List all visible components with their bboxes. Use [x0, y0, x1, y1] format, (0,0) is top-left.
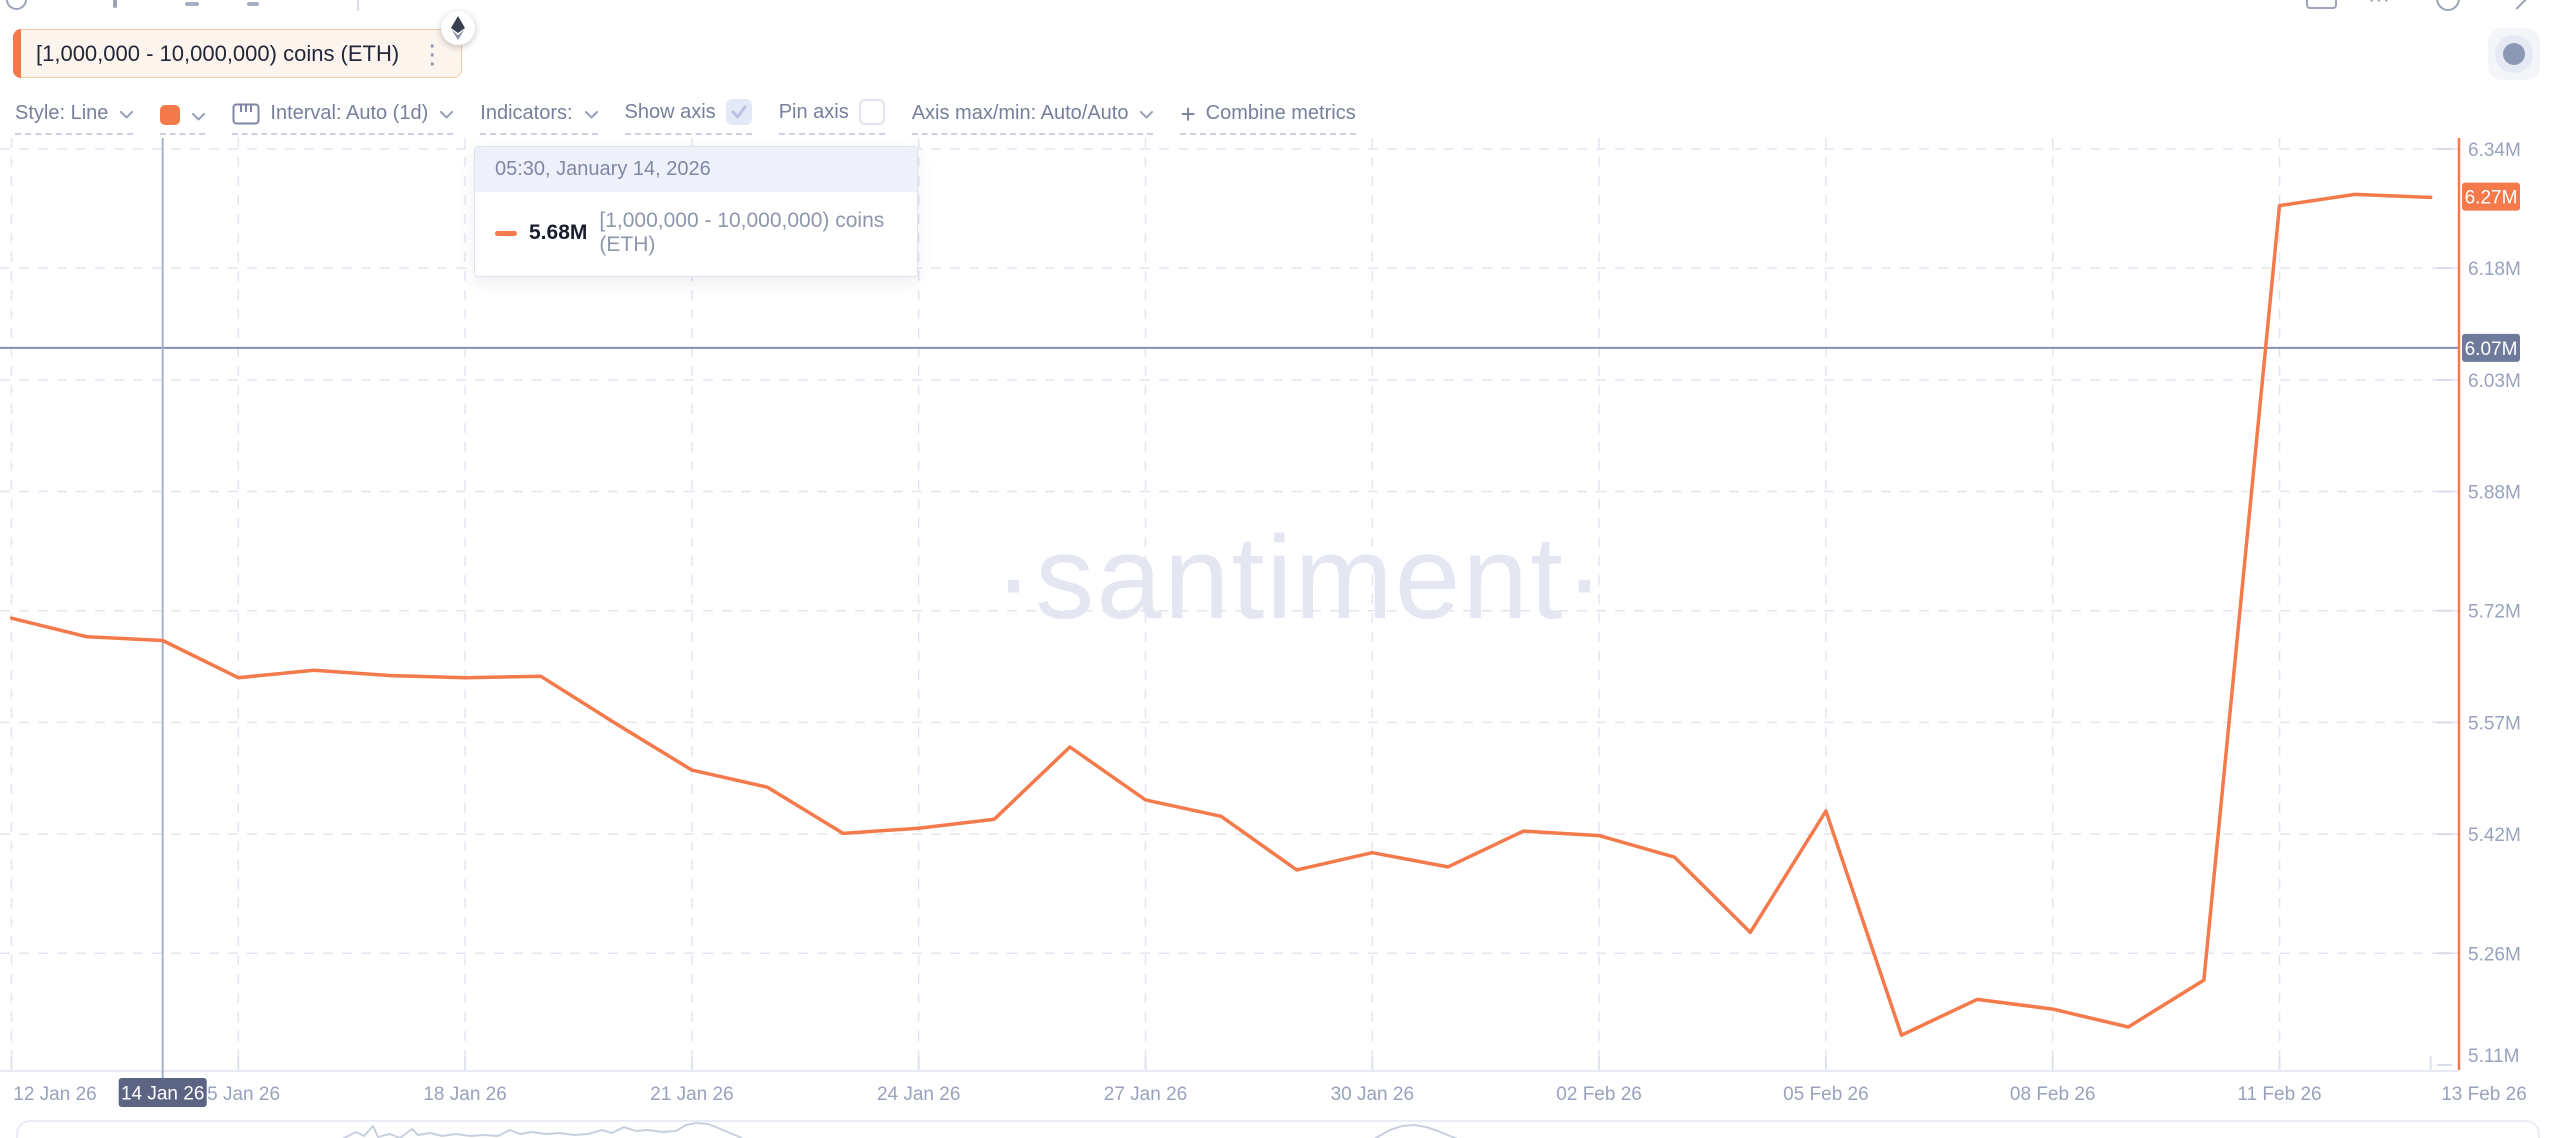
show-axis-label: Show axis [625, 101, 716, 124]
chevron-down-icon [440, 111, 453, 119]
show-axis-toggle[interactable]: Show axis [625, 99, 752, 135]
kebab-icon[interactable]: ⋮ [419, 44, 445, 64]
x-axis-tick-label: 18 Jan 26 [423, 1084, 506, 1105]
y-axis-tick-label: 6.18M [2468, 259, 2521, 280]
y-axis-tick-label: 5.42M [2468, 825, 2521, 846]
santiment-watermark: ·santiment· [994, 512, 1606, 644]
x-axis-tick-label: 30 Jan 26 [1331, 1084, 1414, 1105]
x-axis-tick-label: 08 Feb 26 [2010, 1084, 2096, 1105]
chevron-down-icon [192, 113, 205, 121]
y-axis-tick-label: 6.34M [2468, 140, 2521, 161]
metric-chip[interactable]: [1,000,000 - 10,000,000) coins (ETH) ⋮ [13, 29, 462, 78]
tooltip-value: 5.68M [529, 221, 587, 245]
chevron-down-icon [1140, 111, 1153, 119]
clipped-icon-bar [113, 0, 117, 8]
clipped-layout-icon [2306, 0, 2337, 9]
chart-range-preview[interactable] [16, 1120, 2540, 1138]
clipped-dots-icon: ⋯ [2368, 0, 2394, 3]
chevron-down-icon [120, 111, 133, 119]
clipped-icon-square [185, 2, 199, 6]
reference-value-badge-label: 6.07M [2465, 339, 2518, 360]
preview-sparkline [1374, 1125, 1458, 1138]
santiment-chart-widget: 6.34M 6.18M 6.03M 5.88M 5.72M 5.57M 5.42M 5.26M… [0, 0, 2560, 1138]
y-axis-tick-label: 5.88M [2468, 483, 2521, 504]
axis-maxmin-label: Axis max/min: Auto/Auto [912, 102, 1129, 125]
y-axis-tick-label: 5.57M [2468, 713, 2521, 734]
interval-dropdown[interactable]: Interval: Auto (1d) [232, 102, 453, 135]
combine-metrics-button[interactable]: + Combine metrics [1180, 102, 1355, 135]
ruler-icon [232, 103, 260, 125]
combine-metrics-label: Combine metrics [1206, 102, 1356, 125]
dot-circle-icon [2495, 35, 2533, 73]
x-axis-tick-label: 11 Feb 26 [2237, 1084, 2321, 1105]
clipped-icon-round [247, 2, 259, 6]
axis-maxmin-dropdown[interactable]: Axis max/min: Auto/Auto [912, 102, 1154, 135]
y-axis-tick-label: 6.03M [2468, 371, 2521, 392]
x-axis-tick-label: 27 Jan 26 [1104, 1084, 1187, 1105]
x-axis-tick-label: 13 Feb 26 [2441, 1084, 2527, 1105]
clipped-divider [357, 0, 359, 11]
x-axis-tick-label: 12 Jan 26 [13, 1084, 96, 1105]
chart-tooltip: 05:30, January 14, 2026 5.68M [1,000,000… [474, 146, 918, 277]
y-axis-tick-label: 5.26M [2468, 944, 2521, 965]
style-dropdown[interactable]: Style: Line [15, 102, 133, 135]
y-axis-tick-label: 5.11M [2468, 1046, 2519, 1067]
y-axis-tick-label: 5.72M [2468, 602, 2521, 623]
x-axis-tick-label: 05 Feb 26 [1783, 1084, 1869, 1105]
x-axis-tick-label: 21 Jan 26 [650, 1084, 733, 1105]
tooltip-date: 05:30, January 14, 2026 [475, 147, 917, 192]
chevron-down-icon [585, 111, 598, 119]
preview-sparkline [342, 1123, 742, 1138]
ethereum-icon [441, 11, 475, 45]
pin-axis-label: Pin axis [779, 101, 849, 124]
check-icon [730, 104, 748, 120]
color-swatch[interactable] [160, 105, 180, 125]
latest-value-badge-label: 6.27M [2465, 188, 2518, 209]
indicators-dropdown[interactable]: Indicators: [480, 102, 597, 135]
interval-label: Interval: Auto (1d) [270, 102, 428, 125]
indicators-label: Indicators: [480, 102, 572, 125]
color-swatch-dropdown[interactable] [160, 105, 205, 135]
crosshair-date-badge-label: 14 Jan 26 [121, 1084, 204, 1105]
pin-axis-checkbox[interactable] [859, 99, 885, 125]
style-label: Style: Line [15, 102, 108, 125]
x-axis-tick-label: 24 Jan 26 [877, 1084, 960, 1105]
line-chart-plot[interactable]: 6.34M 6.18M 6.03M 5.88M 5.72M 5.57M 5.42M 5.26M… [0, 0, 2560, 1138]
chart-toolbar: Style: Line Interval: Auto (1d) Indicato… [15, 99, 1356, 135]
series-dash-icon [495, 231, 517, 236]
x-axis-tick-label: 02 Feb 26 [1556, 1084, 1642, 1105]
show-axis-checkbox[interactable] [726, 99, 752, 125]
x-axis-tick-label: 15 Jan 26 [197, 1084, 280, 1105]
chart-settings-button[interactable] [2488, 28, 2540, 80]
tooltip-metric-name: [1,000,000 - 10,000,000) coins (ETH) [599, 209, 897, 257]
pin-axis-toggle[interactable]: Pin axis [779, 99, 885, 135]
plus-icon: + [1180, 105, 1195, 123]
metric-chip-label: [1,000,000 - 10,000,000) coins (ETH) [36, 41, 399, 67]
